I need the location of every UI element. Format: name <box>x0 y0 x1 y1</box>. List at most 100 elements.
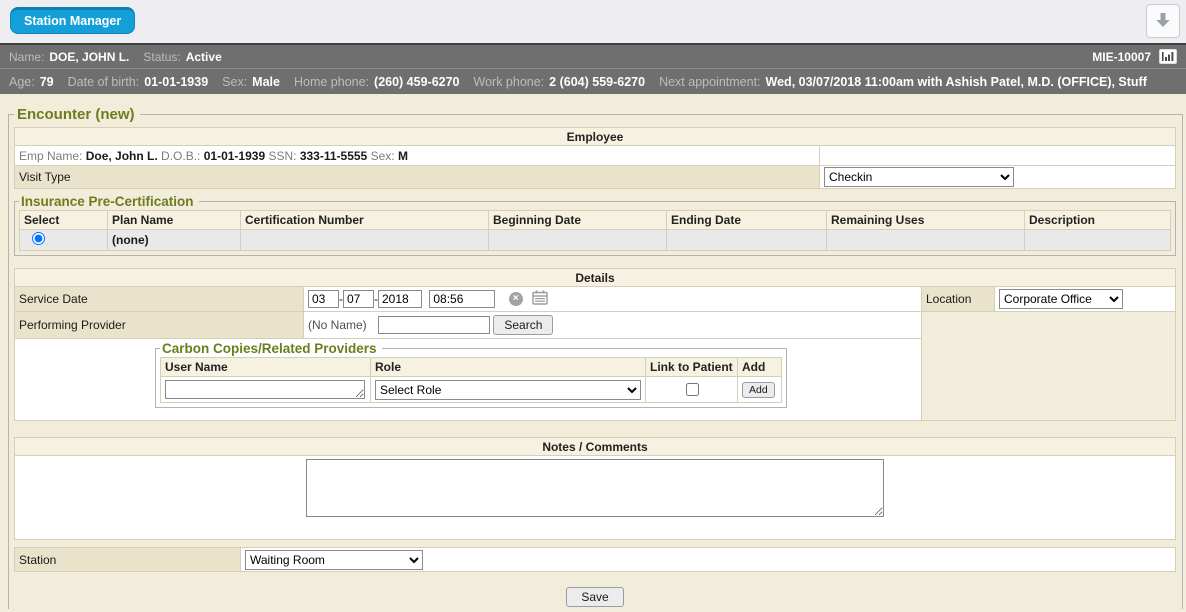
details-header-row: Details <box>15 269 1176 287</box>
performing-provider-label: Performing Provider <box>15 312 304 339</box>
collapse-header-button[interactable] <box>1146 4 1180 38</box>
notes-body-row <box>15 456 1176 540</box>
col-cert-number: Certification Number <box>241 211 489 230</box>
insurance-plan-name: (none) <box>108 230 241 251</box>
col-link-to-patient: Link to Patient <box>646 358 738 377</box>
col-description: Description <box>1025 211 1171 230</box>
status-label: Status: <box>143 50 180 64</box>
employee-section: Employee Emp Name: Doe, John L. D.O.B.: … <box>14 127 1176 189</box>
bar-chart-icon[interactable] <box>1159 49 1177 64</box>
col-user-name: User Name <box>161 358 371 377</box>
insurance-row-none: (none) <box>20 230 1171 251</box>
service-date-cell: -- × <box>304 287 922 312</box>
carbon-copies-table: User Name Role Link to Patient Add <box>160 357 782 403</box>
carbon-copies-fieldset: Carbon Copies/Related Providers User Nam… <box>155 341 787 408</box>
emp-ssn-value: 333-11-5555 <box>300 149 367 163</box>
notes-header-row: Notes / Comments <box>15 438 1176 456</box>
performing-provider-row: Performing Provider (No Name) Search <box>15 312 1176 339</box>
patient-name: DOE, JOHN L. <box>49 50 129 64</box>
performing-provider-cell: (No Name) Search <box>304 312 922 339</box>
visit-type-row: Visit Type Checkin <box>15 166 1176 189</box>
col-remaining-uses: Remaining Uses <box>827 211 1025 230</box>
emp-dob-label: D.O.B.: <box>161 149 200 163</box>
notes-section: Notes / Comments <box>14 437 1176 540</box>
emp-ssn-label: SSN: <box>268 149 296 163</box>
titlebar: Station Manager <box>0 0 1186 43</box>
carbon-copies-header-row: User Name Role Link to Patient Add <box>161 358 782 377</box>
insurance-select-cell <box>20 230 108 251</box>
sex-value: Male <box>252 75 280 89</box>
encounter-fieldset: Encounter (new) Employee Emp Name: Doe, … <box>8 106 1183 609</box>
insurance-precert-fieldset: Insurance Pre-Certification Select Plan … <box>14 194 1176 256</box>
station-section: Station Waiting Room <box>14 547 1176 572</box>
details-section-title: Details <box>15 269 1176 287</box>
emp-dob-value: 01-01-1939 <box>204 149 265 163</box>
station-manager-button[interactable]: Station Manager <box>10 7 135 34</box>
service-time-input[interactable] <box>429 290 495 308</box>
employee-header-row: Employee <box>15 128 1176 146</box>
insurance-none-radio[interactable] <box>32 232 45 245</box>
add-button[interactable]: Add <box>742 382 775 398</box>
station-select[interactable]: Waiting Room <box>245 550 423 570</box>
link-to-patient-cell <box>646 377 738 403</box>
carbon-copies-input-row: Select Role Add <box>161 377 782 403</box>
employee-info-row: Emp Name: Doe, John L. D.O.B.: 01-01-193… <box>15 146 1176 166</box>
work-phone-value: 2 (604) 559-6270 <box>549 75 645 89</box>
service-date-label: Service Date <box>15 287 304 312</box>
location-label: Location <box>922 287 995 312</box>
user-name-textarea[interactable] <box>165 380 365 399</box>
service-date-row: Service Date -- × Location <box>15 287 1176 312</box>
insurance-header-row: Select Plan Name Certification Number Be… <box>20 211 1171 230</box>
col-beginning-date: Beginning Date <box>489 211 667 230</box>
provider-search-input[interactable] <box>378 316 490 334</box>
details-section: Details Service Date -- × <box>14 268 1176 421</box>
visit-type-label: Visit Type <box>15 166 820 189</box>
next-appt-label: Next appointment: <box>659 75 760 89</box>
calendar-icon[interactable] <box>532 294 548 308</box>
save-area: Save <box>14 587 1176 607</box>
home-phone-value: (260) 459-6270 <box>374 75 459 89</box>
save-button[interactable]: Save <box>566 587 623 607</box>
chart-id: MIE-10007 <box>1092 50 1151 64</box>
insurance-precert-table: Select Plan Name Certification Number Be… <box>19 210 1171 251</box>
employee-info-cell: Emp Name: Doe, John L. D.O.B.: 01-01-193… <box>15 146 820 166</box>
employee-info-empty-cell <box>820 146 1176 166</box>
carbon-copies-cell: Carbon Copies/Related Providers User Nam… <box>15 339 922 421</box>
employee-section-title: Employee <box>15 128 1176 146</box>
down-arrow-icon <box>1154 11 1172 32</box>
location-cell: Corporate Office <box>995 287 1176 312</box>
sex-label: Sex: <box>222 75 247 89</box>
age-label: Age: <box>9 75 35 89</box>
visit-type-select[interactable]: Checkin <box>824 167 1014 187</box>
clear-date-icon[interactable]: × <box>509 292 523 306</box>
visit-type-cell: Checkin <box>820 166 1176 189</box>
demographics-bar: Age: 79 Date of birth: 01-01-1939 Sex: M… <box>0 68 1186 94</box>
emp-sex-label: Sex: <box>371 149 395 163</box>
emp-name-value: Doe, John L. <box>86 149 158 163</box>
user-name-cell <box>161 377 371 403</box>
col-role: Role <box>371 358 646 377</box>
notes-cell <box>15 456 1176 540</box>
notes-textarea[interactable] <box>306 459 884 517</box>
work-phone-label: Work phone: <box>474 75 545 89</box>
details-right-empty-cell <box>922 312 1176 421</box>
role-select[interactable]: Select Role <box>375 380 641 400</box>
link-to-patient-checkbox[interactable] <box>686 383 699 396</box>
service-date-day-input[interactable] <box>343 290 374 308</box>
col-add: Add <box>738 358 782 377</box>
main-content: Encounter (new) Employee Emp Name: Doe, … <box>0 94 1186 609</box>
home-phone-label: Home phone: <box>294 75 369 89</box>
carbon-copies-legend: Carbon Copies/Related Providers <box>160 341 382 356</box>
role-cell: Select Role <box>371 377 646 403</box>
dob-value: 01-01-1939 <box>144 75 208 89</box>
provider-name-text: (No Name) <box>308 318 367 332</box>
provider-search-button[interactable]: Search <box>493 315 553 335</box>
service-date-month-input[interactable] <box>308 290 339 308</box>
col-plan-name: Plan Name <box>108 211 241 230</box>
service-date-year-input[interactable] <box>378 290 422 308</box>
emp-sex-value: M <box>398 149 408 163</box>
notes-section-title: Notes / Comments <box>15 438 1176 456</box>
location-select[interactable]: Corporate Office <box>999 289 1123 309</box>
dob-label: Date of birth: <box>68 75 140 89</box>
patient-status: Active <box>186 50 222 64</box>
